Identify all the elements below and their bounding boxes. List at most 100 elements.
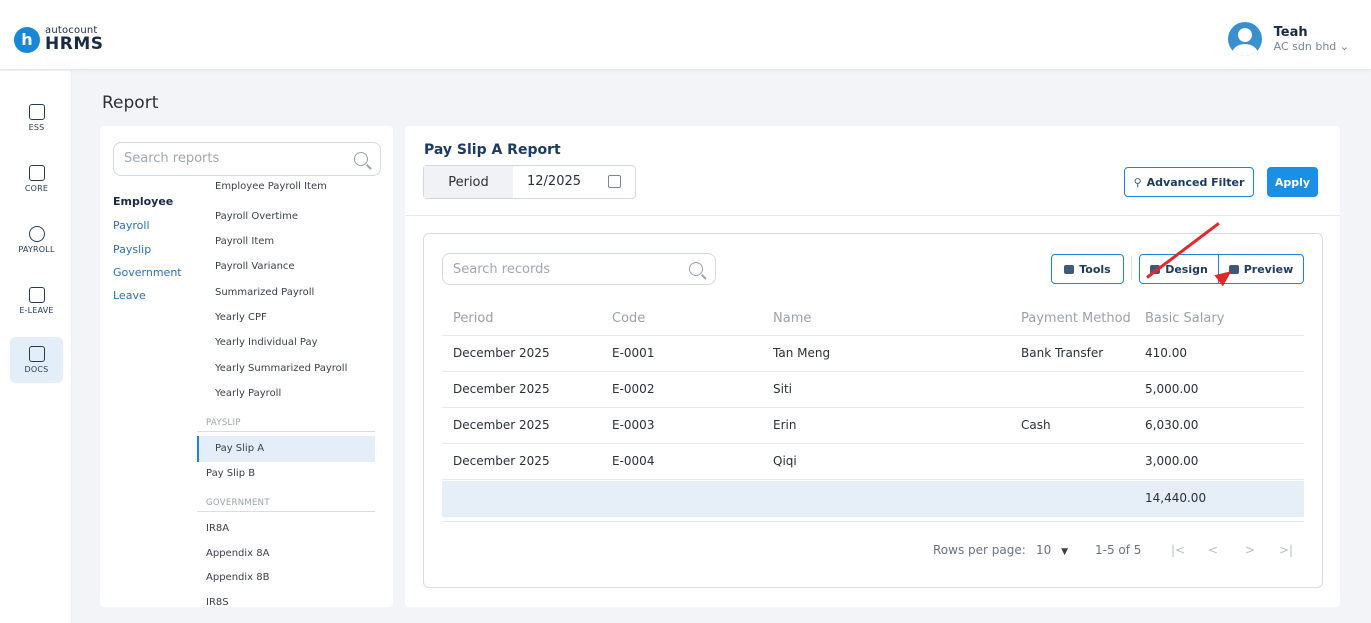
cell-code: E-0003 (612, 418, 655, 432)
cell-basic-salary: 6,030.00 (1145, 418, 1199, 432)
search-reports-input[interactable]: Search reports (113, 142, 381, 176)
top-bar: h autocount HRMS Teah AC sdn bhd ⌄ (0, 0, 1371, 70)
nav-ess[interactable]: ESS (10, 95, 63, 141)
report-item[interactable]: Summarized Payroll (215, 287, 314, 298)
column-header-name[interactable]: Name (773, 311, 811, 326)
filter-icon: ⚲ (1133, 175, 1142, 189)
document-chart-icon (28, 346, 45, 362)
cell-payment-method: Cash (1021, 418, 1051, 432)
category-government[interactable]: Government (113, 266, 182, 279)
footer-rule (442, 521, 1304, 522)
nav-core[interactable]: CORE (10, 156, 63, 202)
table-row[interactable]: December 2025 E-0001 Tan Meng Bank Trans… (442, 336, 1304, 372)
logo-bottom-text: HRMS (45, 34, 104, 54)
nav-label: ESS (28, 123, 45, 132)
nav-payroll[interactable]: PAYROLL (10, 217, 63, 263)
cell-code: E-0001 (612, 346, 655, 360)
report-item[interactable]: Yearly CPF (215, 312, 267, 323)
first-page-icon[interactable]: |< (1171, 543, 1185, 557)
tools-button[interactable]: Tools (1051, 254, 1124, 284)
app-logo[interactable]: h autocount HRMS (14, 26, 103, 53)
design-button[interactable]: Design (1139, 254, 1219, 284)
page-title: Report (102, 93, 159, 113)
cell-total-basic-salary: 14,440.00 (1145, 491, 1207, 505)
period-picker[interactable]: Period 12/2025 (423, 165, 636, 199)
report-item-pay-slip-b[interactable]: Pay Slip B (206, 468, 255, 479)
category-employee[interactable]: Employee (113, 195, 173, 208)
column-header-code[interactable]: Code (612, 311, 645, 326)
layers-icon (1064, 264, 1075, 274)
cell-code: E-0002 (612, 382, 655, 396)
rows-per-page-select[interactable]: 10 ▼ (1036, 543, 1068, 557)
category-leave[interactable]: Leave (113, 289, 146, 302)
dollar-icon (28, 226, 45, 242)
report-item[interactable]: Payroll Variance (215, 261, 295, 272)
search-icon[interactable] (354, 152, 368, 166)
logo-mark: h (14, 26, 40, 53)
rows-per-page-label: Rows per page: (933, 543, 1026, 557)
table-row[interactable]: December 2025 E-0004 Qiqi 3,000.00 (442, 444, 1304, 480)
user-company[interactable]: AC sdn bhd ⌄ (1274, 40, 1349, 53)
category-payslip[interactable]: Payslip (113, 243, 151, 256)
table-row[interactable]: December 2025 E-0003 Erin Cash 6,030.00 (442, 408, 1304, 444)
nav-eleave[interactable]: E-LEAVE (10, 278, 63, 324)
column-header-payment-method[interactable]: Payment Method (1021, 311, 1131, 326)
cell-period: December 2025 (453, 454, 550, 468)
nav-label: E-LEAVE (19, 306, 54, 315)
search-icon[interactable] (689, 262, 703, 276)
category-payroll[interactable]: Payroll (113, 219, 150, 232)
report-selector-panel: Search reports Employee Payroll Payslip … (100, 126, 393, 607)
user-menu[interactable]: Teah AC sdn bhd ⌄ (1227, 22, 1349, 56)
report-item[interactable]: Payroll Item (215, 236, 274, 247)
advanced-filter-label: Advanced Filter (1146, 175, 1245, 189)
section-divider (197, 431, 375, 432)
tools-label: Tools (1079, 262, 1111, 276)
report-item[interactable]: Employee Payroll Item (215, 181, 327, 192)
report-item[interactable]: Yearly Summarized Payroll (215, 363, 347, 374)
toolbar-separator (1131, 256, 1132, 280)
rows-per-page-value: 10 (1036, 543, 1052, 557)
nav-docs[interactable]: DOCS (10, 337, 63, 383)
cell-basic-salary: 410.00 (1145, 346, 1187, 360)
report-main-panel: Pay Slip A Report Period 12/2025 ⚲ Advan… (405, 126, 1340, 607)
advanced-filter-button[interactable]: ⚲ Advanced Filter (1124, 167, 1254, 197)
report-item[interactable]: IR8A (206, 523, 229, 534)
preview-label: Preview (1243, 262, 1294, 276)
next-page-icon[interactable]: > (1245, 543, 1255, 557)
sidebar: ESS CORE PAYROLL E-LEAVE DOCS (0, 71, 72, 623)
calendar-icon (28, 287, 45, 303)
cell-basic-salary: 3,000.00 (1145, 454, 1199, 468)
report-item-pay-slip-a[interactable]: Pay Slip A (215, 443, 264, 454)
column-header-basic-salary[interactable]: Basic Salary (1145, 311, 1224, 326)
user-name: Teah (1273, 25, 1308, 40)
last-page-icon[interactable]: >| (1279, 543, 1293, 557)
search-placeholder: Search records (453, 262, 551, 277)
report-item[interactable]: IR8S (206, 597, 229, 607)
section-divider (197, 511, 375, 512)
table-row[interactable]: December 2025 E-0002 Siti 5,000.00 (442, 372, 1304, 408)
cell-period: December 2025 (453, 418, 550, 432)
report-item[interactable]: Appendix 8A (206, 548, 269, 559)
prev-page-icon[interactable]: < (1208, 543, 1218, 557)
report-item[interactable]: Appendix 8B (206, 572, 269, 583)
records-card: Search records Tools Design Preview Peri… (423, 233, 1323, 588)
search-records-input[interactable]: Search records (442, 253, 716, 285)
period-value[interactable]: 12/2025 (513, 166, 635, 198)
header-divider (405, 215, 1340, 216)
period-value-text: 12/2025 (527, 174, 582, 189)
report-item[interactable]: Payroll Overtime (215, 211, 298, 222)
report-item[interactable]: Yearly Individual Pay (215, 337, 318, 348)
cell-name: Siti (773, 382, 792, 396)
caret-down-icon: ▼ (1061, 547, 1069, 557)
cell-name: Qiqi (773, 454, 797, 468)
report-item[interactable]: Yearly Payroll (215, 388, 281, 399)
avatar[interactable] (1227, 22, 1262, 56)
section-header-payslip: PAYSLIP (206, 418, 241, 428)
period-label: Period (424, 166, 513, 198)
apply-button[interactable]: Apply (1267, 167, 1318, 197)
column-header-period[interactable]: Period (453, 311, 494, 326)
calendar-icon[interactable] (608, 175, 621, 188)
chevron-down-icon: ⌄ (1339, 40, 1349, 53)
ess-icon (28, 104, 45, 120)
nav-label: DOCS (24, 365, 49, 374)
